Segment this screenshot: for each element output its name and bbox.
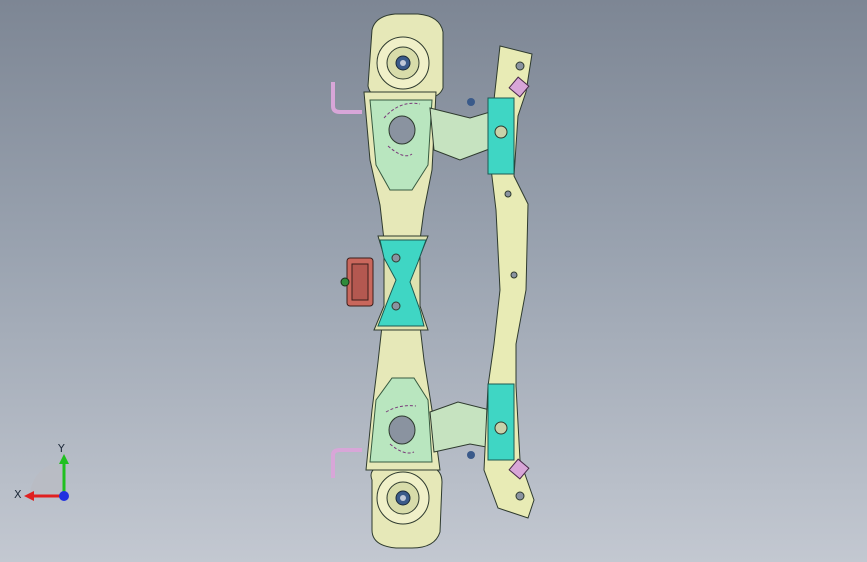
bottom-bushing bbox=[376, 471, 430, 525]
upper-hose bbox=[331, 82, 362, 114]
center-hole-top bbox=[391, 253, 401, 263]
top-bushing bbox=[376, 36, 430, 90]
upper-arm-hole bbox=[388, 115, 416, 145]
upper-bracket bbox=[429, 107, 493, 161]
y-axis-label: Y bbox=[58, 442, 65, 455]
z-axis-dot bbox=[59, 491, 69, 501]
lower-arm-hole bbox=[388, 415, 416, 445]
lower-bracket-bolt bbox=[467, 451, 475, 459]
upper-bracket-bolt bbox=[467, 98, 475, 106]
engine-mount bbox=[340, 257, 374, 307]
lower-hose bbox=[331, 448, 362, 478]
x-axis-label: X bbox=[14, 488, 22, 501]
subframe-model[interactable] bbox=[0, 0, 867, 562]
center-hole-bottom bbox=[391, 301, 401, 311]
coordinate-triad: Y X bbox=[10, 440, 80, 510]
lower-bracket bbox=[429, 401, 493, 453]
3d-viewport[interactable]: Y X bbox=[0, 0, 867, 562]
